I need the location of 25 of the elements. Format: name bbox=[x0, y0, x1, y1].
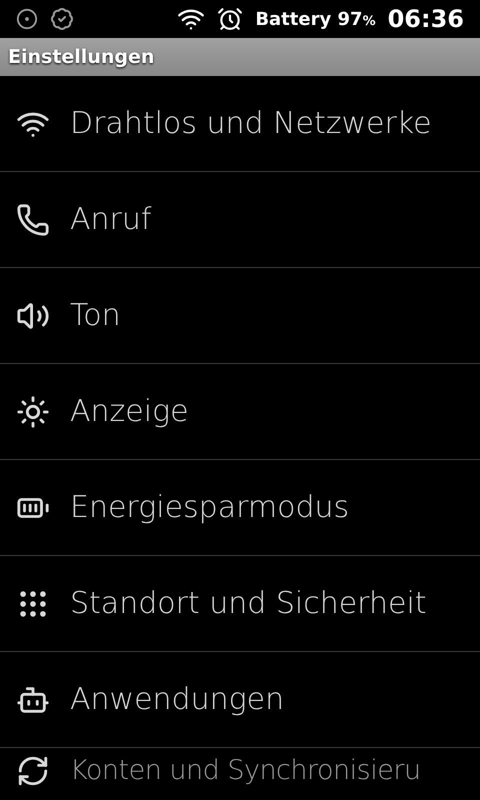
settings-label: Anzeige bbox=[70, 393, 189, 431]
settings-item[interactable]: Konten und Synchronisieru bbox=[0, 748, 480, 792]
settings-item[interactable]: Anruf bbox=[0, 172, 480, 268]
sun-icon bbox=[16, 394, 50, 428]
settings-item[interactable]: Energiesparmodus bbox=[0, 460, 480, 556]
settings-label: Standort und Sicherheit bbox=[70, 585, 427, 623]
settings-item[interactable]: Drahtlos und Netzwerke bbox=[0, 76, 480, 172]
settings-item[interactable]: Anzeige bbox=[0, 364, 480, 460]
settings-label: Ton bbox=[70, 297, 121, 335]
battery-status: Battery 97% bbox=[255, 8, 376, 32]
settings-label: Energiesparmodus bbox=[70, 489, 350, 527]
settings-item[interactable]: Standort und Sicherheit bbox=[0, 556, 480, 652]
settings-label: Anwendungen bbox=[70, 681, 284, 719]
phone-icon bbox=[16, 202, 50, 236]
settings-label: Anruf bbox=[70, 201, 152, 239]
sync-icon bbox=[16, 754, 50, 788]
disc-icon bbox=[16, 8, 38, 30]
clock-time: 06:36 bbox=[388, 4, 464, 35]
settings-item[interactable]: Anwendungen bbox=[0, 652, 480, 748]
window-title: Einstellungen bbox=[8, 44, 154, 70]
settings-label: Drahtlos und Netzwerke bbox=[70, 105, 432, 143]
settings-label: Konten und Synchronisieru bbox=[70, 754, 421, 788]
settings-item[interactable]: Ton bbox=[0, 268, 480, 364]
check-badge-icon bbox=[50, 7, 74, 31]
alarm-clock-icon bbox=[217, 6, 244, 32]
